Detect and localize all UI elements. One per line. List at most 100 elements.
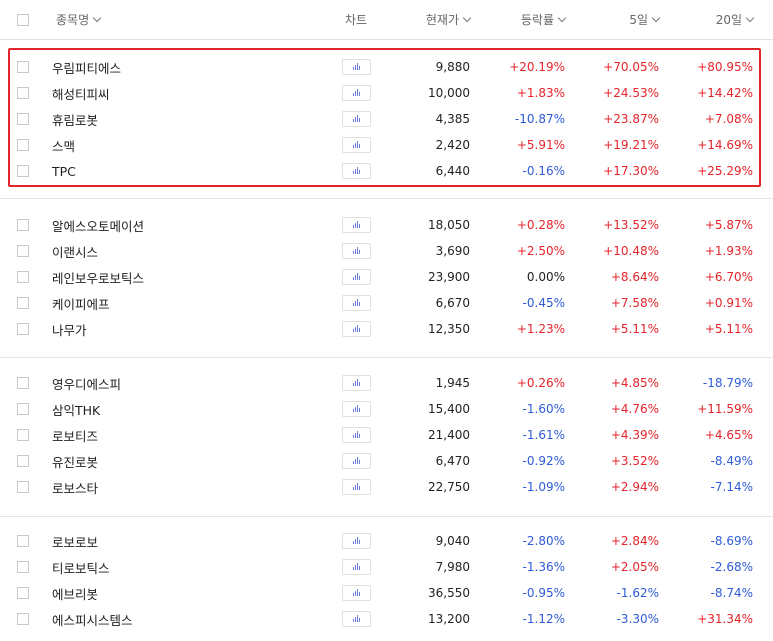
row-checkbox[interactable] [17, 271, 29, 283]
stock-name[interactable]: 이랜시스 [52, 238, 98, 264]
bar-chart-icon [355, 433, 356, 438]
stock-name[interactable]: 로보로보 [52, 528, 98, 554]
table-row[interactable]: 영우디에스피 1,945 +0.26% +4.85% -18.79% [0, 370, 773, 396]
table-row[interactable]: 삼익THK 15,400 -1.60% +4.76% +11.59% [0, 396, 773, 422]
chart-button[interactable] [342, 611, 371, 627]
bar-chart-icon [357, 483, 358, 490]
change-column-label: 등락률 [520, 13, 554, 27]
bar-chart-icon [353, 303, 354, 306]
bar-chart-icon [355, 249, 356, 254]
row-checkbox[interactable] [17, 535, 29, 547]
bar-chart-icon [353, 251, 354, 254]
chart-button[interactable] [342, 243, 371, 259]
chart-button[interactable] [342, 533, 371, 549]
change-rate: -0.92% [522, 454, 565, 468]
table-row[interactable]: 나무가 12,350 +1.23% +5.11% +5.11% [0, 316, 773, 342]
table-row[interactable]: 로보로보 9,040 -2.80% +2.84% -8.69% [0, 528, 773, 554]
20day-change: -2.68% [710, 560, 753, 574]
table-row[interactable]: 레인보우로보틱스 23,900 0.00% +8.64% +6.70% [0, 264, 773, 290]
table-row[interactable]: 유진로봇 6,470 -0.92% +3.52% -8.49% [0, 448, 773, 474]
row-checkbox[interactable] [17, 481, 29, 493]
chevron-down-icon [557, 13, 567, 22]
bar-chart-icon [353, 541, 354, 544]
chart-button[interactable] [342, 269, 371, 285]
stock-name[interactable]: 알에스오토메이션 [52, 212, 144, 238]
row-checkbox[interactable] [17, 297, 29, 309]
sort-by-change[interactable]: 등락률 [520, 0, 567, 39]
table-row[interactable]: 로보스타 22,750 -1.09% +2.94% -7.14% [0, 474, 773, 500]
stock-name[interactable]: 티로보틱스 [52, 554, 110, 580]
stock-name[interactable]: 케이피에프 [52, 290, 110, 316]
bar-chart-icon [357, 221, 358, 228]
chart-button[interactable] [342, 295, 371, 311]
20day-change: -8.69% [710, 534, 753, 548]
bar-chart-icon [353, 619, 354, 622]
row-checkbox[interactable] [17, 561, 29, 573]
bar-chart-icon [355, 617, 356, 622]
row-checkbox[interactable] [17, 429, 29, 441]
row-checkbox[interactable] [17, 403, 29, 415]
change-rate: -1.60% [522, 402, 565, 416]
bar-chart-icon [359, 566, 360, 570]
bar-chart-icon [353, 225, 354, 228]
bar-chart-icon [359, 460, 360, 464]
table-row[interactable]: 알에스오토메이션 18,050 +0.28% +13.52% +5.87% [0, 212, 773, 238]
sort-by-20day[interactable]: 20일 [716, 0, 755, 39]
group-divider [0, 357, 773, 358]
sort-by-name[interactable]: 종목명 [56, 0, 102, 39]
chart-button[interactable] [342, 585, 371, 601]
bar-chart-icon [357, 247, 358, 254]
row-checkbox[interactable] [17, 613, 29, 625]
stock-name[interactable]: 에브리봇 [52, 580, 98, 606]
20day-change: -8.74% [710, 586, 753, 600]
stock-name[interactable]: 레인보우로보틱스 [52, 264, 144, 290]
chevron-down-icon [462, 13, 472, 22]
bar-chart-icon [357, 589, 358, 596]
change-rate: -1.09% [522, 480, 565, 494]
row-checkbox[interactable] [17, 377, 29, 389]
bar-chart-icon [359, 224, 360, 228]
bar-chart-icon [357, 273, 358, 280]
current-price: 1,945 [435, 376, 470, 390]
5day-change: +2.94% [610, 480, 659, 494]
table-row[interactable]: 에스피시스템스 13,200 -1.12% -3.30% +31.34% [0, 606, 773, 632]
row-checkbox[interactable] [17, 587, 29, 599]
row-checkbox[interactable] [17, 455, 29, 467]
chart-button[interactable] [342, 375, 371, 391]
sort-by-price[interactable]: 현재가 [426, 0, 472, 39]
stock-name[interactable]: 로보티즈 [52, 422, 98, 448]
stock-name[interactable]: 유진로봇 [52, 448, 98, 474]
bar-chart-icon [355, 459, 356, 464]
stock-name[interactable]: 로보스타 [52, 474, 98, 500]
chart-button[interactable] [342, 321, 371, 337]
table-row[interactable]: 케이피에프 6,670 -0.45% +7.58% +0.91% [0, 290, 773, 316]
bar-chart-icon [353, 277, 354, 280]
stock-name[interactable]: 삼익THK [52, 396, 100, 422]
chart-button[interactable] [342, 559, 371, 575]
table-row[interactable]: 이랜시스 3,690 +2.50% +10.48% +1.93% [0, 238, 773, 264]
table-row[interactable]: 로보티즈 21,400 -1.61% +4.39% +4.65% [0, 422, 773, 448]
sort-by-5day[interactable]: 5일 [629, 0, 661, 39]
change-rate: -1.61% [522, 428, 565, 442]
5day-change: +2.84% [610, 534, 659, 548]
row-checkbox[interactable] [17, 323, 29, 335]
change-rate: +1.23% [516, 322, 565, 336]
group-divider [0, 198, 773, 199]
row-checkbox[interactable] [17, 245, 29, 257]
stock-name[interactable]: 영우디에스피 [52, 370, 121, 396]
chart-button[interactable] [342, 217, 371, 233]
stock-name[interactable]: 에스피시스템스 [52, 606, 133, 632]
chart-column-label: 차트 [345, 13, 368, 27]
stock-name[interactable]: 나무가 [52, 316, 87, 342]
5day-change: -1.62% [616, 586, 659, 600]
chart-button[interactable] [342, 479, 371, 495]
bar-chart-icon [359, 618, 360, 622]
table-row[interactable]: 에브리봇 36,550 -0.95% -1.62% -8.74% [0, 580, 773, 606]
chart-button[interactable] [342, 427, 371, 443]
row-checkbox[interactable] [17, 219, 29, 231]
chart-button[interactable] [342, 401, 371, 417]
bar-chart-icon [353, 567, 354, 570]
chart-button[interactable] [342, 453, 371, 469]
select-all-checkbox[interactable] [17, 14, 29, 26]
table-row[interactable]: 티로보틱스 7,980 -1.36% +2.05% -2.68% [0, 554, 773, 580]
